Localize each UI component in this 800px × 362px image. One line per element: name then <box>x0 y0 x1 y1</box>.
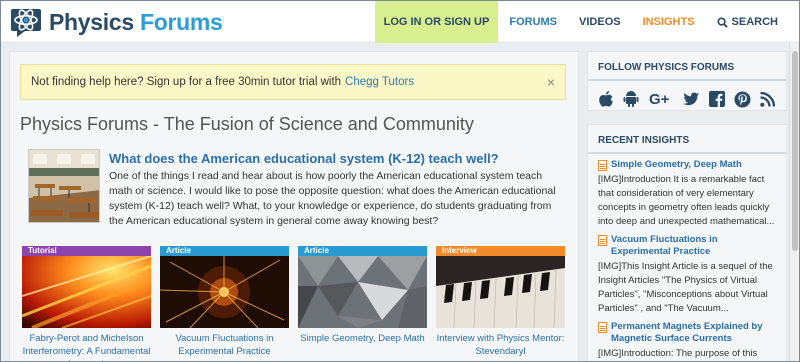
insight-title: Simple Geometry, Deep Math <box>611 159 742 170</box>
card-caption[interactable]: Fabry-Perot and Michelson Interferometry… <box>22 332 151 361</box>
document-icon <box>598 235 607 246</box>
recent-insight-item: Permanent Magnets Explained by Magnetic … <box>588 316 786 361</box>
sidebar: FOLLOW PHYSICS FORUMS G+ RECENT INSIGHTS… <box>587 51 787 361</box>
card-tag: Interview <box>436 246 565 256</box>
page-title: Physics Forums - The Fusion of Science a… <box>20 114 474 134</box>
follow-box: FOLLOW PHYSICS FORUMS G+ <box>587 51 787 111</box>
tutor-banner: Not finding help here? Sign up for a fre… <box>20 64 566 100</box>
apple-icon[interactable] <box>598 90 614 108</box>
search-label: SEARCH <box>731 16 778 28</box>
card-caption[interactable]: Simple Geometry, Deep Math <box>298 332 427 345</box>
featured-thread: What does the American educational syste… <box>28 149 568 231</box>
card-image-piano <box>436 256 565 328</box>
chegg-tutors-link[interactable]: Chegg Tutors <box>345 76 414 88</box>
nav-insights[interactable]: INSIGHTS <box>632 1 706 43</box>
page-scrollbar[interactable] <box>789 43 799 361</box>
insight-card-1[interactable]: Tutorial Fabry-Perot and Michelson Inter… <box>22 246 151 361</box>
recent-insights-box: RECENT INSIGHTS Simple Geometry, Deep Ma… <box>587 124 787 361</box>
insight-link[interactable]: Permanent Magnets Explained by Magnetic … <box>598 321 776 345</box>
insight-excerpt: [IMG]This Insight Article is a sequel of… <box>598 261 773 314</box>
card-tag: Article <box>298 246 427 256</box>
logo-word-forums: Forums <box>139 8 223 35</box>
social-links: G+ <box>588 81 786 108</box>
recent-insight-item: Simple Geometry, Deep Math [IMG]Introduc… <box>588 154 786 229</box>
android-icon[interactable] <box>623 90 639 108</box>
page-body: Not finding help here? Sign up for a fre… <box>1 43 799 361</box>
main-nav: LOG IN OR SIGN UP FORUMS VIDEOS INSIGHTS… <box>374 1 789 43</box>
atom-logo-icon <box>11 9 41 37</box>
insight-excerpt: [IMG]Introduction: The purpose of this I… <box>598 348 758 359</box>
nav-forums[interactable]: FORUMS <box>498 1 568 43</box>
logo-word-physics: Physics <box>49 8 134 35</box>
insight-link[interactable]: Simple Geometry, Deep Math <box>598 159 776 171</box>
svg-text:G+: G+ <box>649 91 670 108</box>
rss-icon[interactable] <box>760 90 776 108</box>
scrollbar-thumb[interactable] <box>792 51 798 251</box>
card-tag: Article <box>160 246 289 256</box>
site-header: Physics Forums LOG IN OR SIGN UP FORUMS … <box>1 1 799 43</box>
banner-close-icon[interactable]: × <box>547 74 555 90</box>
recent-insight-item: Vacuum Fluctuations in Experimental Prac… <box>588 229 786 316</box>
insight-title: Vacuum Fluctuations in Experimental Prac… <box>611 234 718 257</box>
card-image-geometry <box>298 256 427 328</box>
insight-title: Permanent Magnets Explained by Magnetic … <box>611 321 763 344</box>
classroom-image <box>29 150 99 222</box>
site-logo[interactable]: Physics Forums <box>9 5 223 39</box>
card-image-laser <box>22 256 151 328</box>
card-caption[interactable]: Interview with Physics Mentor: Stevendar… <box>436 332 565 358</box>
card-tag: Tutorial <box>22 246 151 256</box>
classroom-thumbnail[interactable] <box>28 149 100 223</box>
google-plus-icon[interactable]: G+ <box>649 90 673 108</box>
browser-frame: Physics Forums LOG IN OR SIGN UP FORUMS … <box>0 0 800 362</box>
insight-excerpt: [IMG]Introduction It is a remarkable fac… <box>598 174 775 227</box>
card-image-particles <box>160 256 289 328</box>
facebook-icon[interactable] <box>708 90 725 108</box>
insight-cards: Tutorial Fabry-Perot and Michelson Inter… <box>22 246 572 361</box>
featured-thread-title[interactable]: What does the American educational syste… <box>109 151 499 166</box>
search-icon <box>717 16 728 28</box>
featured-thread-excerpt: One of the things I read and hear about … <box>109 170 556 227</box>
follow-heading: FOLLOW PHYSICS FORUMS <box>588 52 786 81</box>
card-caption[interactable]: Vacuum Fluctuations in Experimental Prac… <box>160 332 289 358</box>
insight-card-3[interactable]: Article Simple Geometry, Deep Math <box>298 246 427 361</box>
insight-link[interactable]: Vacuum Fluctuations in Experimental Prac… <box>598 234 776 258</box>
insight-card-4[interactable]: Interview Interview with Physics Mentor:… <box>436 246 565 361</box>
banner-text: Not finding help here? Sign up for a fre… <box>31 76 342 88</box>
document-icon <box>598 322 607 333</box>
main-content: Not finding help here? Sign up for a fre… <box>9 51 579 361</box>
document-icon <box>598 160 607 171</box>
login-signup-button[interactable]: LOG IN OR SIGN UP <box>374 1 499 43</box>
nav-videos[interactable]: VIDEOS <box>568 1 632 43</box>
pinterest-icon[interactable] <box>734 90 751 108</box>
logo-wordmark: Physics Forums <box>49 9 223 36</box>
nav-search[interactable]: SEARCH <box>706 1 789 43</box>
insight-card-2[interactable]: Article Vacuum Fluctuations in Experimen… <box>160 246 289 361</box>
twitter-icon[interactable] <box>682 90 700 108</box>
recent-insights-heading: RECENT INSIGHTS <box>588 125 786 154</box>
